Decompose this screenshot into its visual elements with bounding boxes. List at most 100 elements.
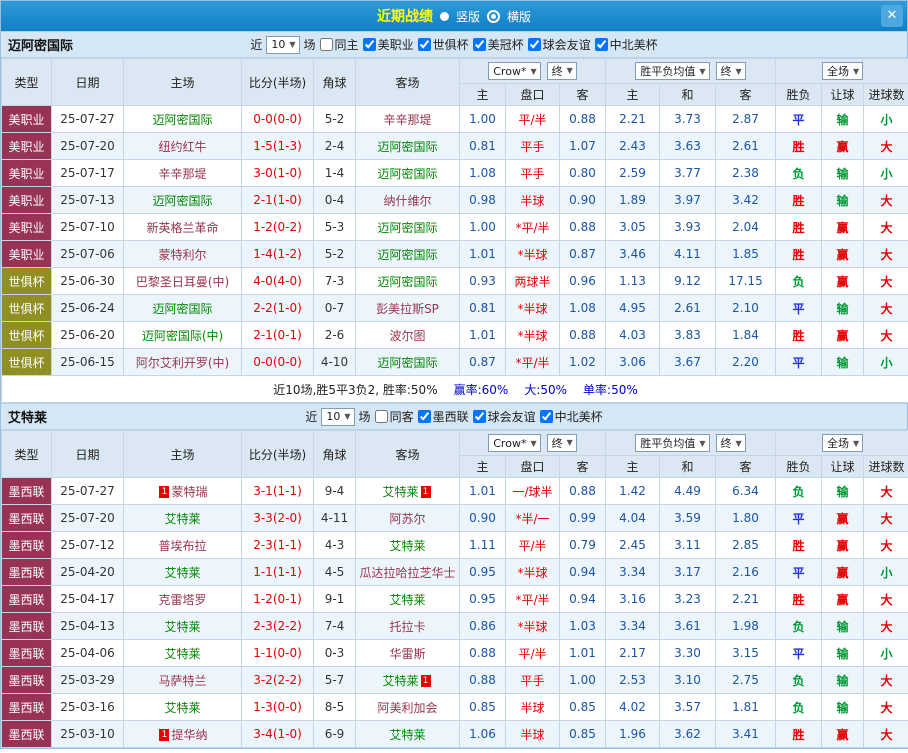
away-team-name[interactable]: 迈阿密国际 — [377, 248, 437, 262]
away-team-name[interactable]: 瓜达拉哈拉芝华士 — [359, 566, 455, 580]
home-team-name[interactable]: 艾特莱 — [164, 512, 200, 526]
avg-home: 3.05 — [606, 214, 660, 241]
result-wdl: 负 — [776, 694, 822, 721]
home-team-name[interactable]: 艾特莱 — [164, 566, 200, 580]
away-team-name[interactable]: 艾特莱 — [382, 485, 418, 499]
scope-select[interactable]: 全场▼ — [822, 62, 863, 80]
filter-checkbox-美职业[interactable]: 美职业 — [363, 36, 414, 53]
checkbox-球会友谊[interactable] — [473, 410, 486, 423]
scope-select[interactable]: 全场▼ — [822, 434, 863, 452]
score-cell: 3-1(1-1) — [242, 478, 314, 505]
europe-time-select[interactable]: 终▼ — [716, 434, 746, 452]
odds-home: 0.95 — [460, 559, 506, 586]
checkbox-美职业[interactable] — [363, 38, 376, 51]
checkbox-同主[interactable] — [320, 38, 333, 51]
avg-home: 2.17 — [606, 640, 660, 667]
away-team-name[interactable]: 托拉卡 — [389, 620, 425, 634]
checkbox-label: 美冠杯 — [488, 36, 524, 53]
away-team-name[interactable]: 华雷斯 — [389, 647, 425, 661]
sub-header-8: 进球数 — [864, 456, 908, 478]
filter-checkbox-世俱杯[interactable]: 世俱杯 — [418, 36, 469, 53]
result-wdl: 平 — [776, 640, 822, 667]
odds-time-select[interactable]: 终▼ — [547, 434, 577, 452]
checkbox-中北美杯[interactable] — [595, 38, 608, 51]
checkbox-美冠杯[interactable] — [473, 38, 486, 51]
odds-time-select[interactable]: 终▼ — [547, 62, 577, 80]
checkbox-label: 墨西联 — [433, 408, 469, 425]
filter-checkbox-美冠杯[interactable]: 美冠杯 — [473, 36, 524, 53]
result-handicap: 赢 — [822, 268, 864, 295]
bookmaker-select[interactable]: Crow*▼ — [488, 434, 540, 452]
home-team-name[interactable]: 辛辛那堤 — [158, 167, 206, 181]
away-team-name[interactable]: 迈阿密国际 — [377, 356, 437, 370]
home-team-name[interactable]: 迈阿密国际(中) — [142, 329, 223, 343]
away-team-name[interactable]: 波尔图 — [389, 329, 425, 343]
score-cell: 1-2(0-2) — [242, 214, 314, 241]
radio-horizontal-label[interactable]: 横版 — [507, 8, 531, 25]
home-team-name[interactable]: 迈阿密国际 — [152, 302, 212, 316]
checkbox-中北美杯[interactable] — [540, 410, 553, 423]
filter-checkbox-墨西联[interactable]: 墨西联 — [418, 408, 469, 425]
checkbox-同客[interactable] — [375, 410, 388, 423]
home-team-name[interactable]: 艾特莱 — [164, 647, 200, 661]
home-team-name[interactable]: 蒙特利尔 — [158, 248, 206, 262]
away-team-name[interactable]: 彭美拉斯SP — [376, 302, 439, 316]
home-team-name[interactable]: 阿尔艾利开罗(中) — [136, 356, 229, 370]
away-team-name[interactable]: 迈阿密国际 — [377, 140, 437, 154]
europe-avg-select[interactable]: 胜平负均值▼ — [635, 434, 709, 452]
radio-vertical-label[interactable]: 竖版 — [456, 8, 480, 25]
away-team-name[interactable]: 阿苏尔 — [389, 512, 425, 526]
close-button[interactable]: ✕ — [881, 5, 903, 27]
radio-vertical-layout[interactable] — [440, 12, 449, 21]
corners-cell: 6-9 — [314, 721, 356, 748]
match-count-select[interactable]: 10▼ — [266, 36, 299, 54]
home-team-name[interactable]: 迈阿密国际 — [152, 113, 212, 127]
score-cell: 1-5(1-3) — [242, 133, 314, 160]
away-team-name[interactable]: 迈阿密国际 — [377, 221, 437, 235]
away-team-name[interactable]: 艾特莱 — [382, 674, 418, 688]
checkbox-球会友谊[interactable] — [528, 38, 541, 51]
home-team-name[interactable]: 新英格兰革命 — [146, 221, 218, 235]
home-team-name[interactable]: 纽约红牛 — [158, 140, 206, 154]
europe-avg-select[interactable]: 胜平负均值▼ — [635, 62, 709, 80]
filter-checkbox-球会友谊[interactable]: 球会友谊 — [528, 36, 591, 53]
bookmaker-select[interactable]: Crow*▼ — [488, 62, 540, 80]
filter-checkbox-中北美杯[interactable]: 中北美杯 — [595, 36, 658, 53]
away-team-name[interactable]: 迈阿密国际 — [377, 167, 437, 181]
away-team-name[interactable]: 辛辛那堤 — [383, 113, 431, 127]
away-team-name[interactable]: 阿美利加会 — [377, 701, 437, 715]
match-row: 世俱杯25-06-15阿尔艾利开罗(中)0-0(0-0)4-10迈阿密国际0.8… — [2, 349, 908, 376]
away-team-name[interactable]: 艾特莱 — [389, 728, 425, 742]
home-team-name[interactable]: 艾特莱 — [164, 701, 200, 715]
sub-header-0: 主 — [460, 84, 506, 106]
home-team-name[interactable]: 提华纳 — [171, 728, 207, 742]
home-team-name[interactable]: 马萨特兰 — [158, 674, 206, 688]
match-row: 墨西联25-07-20艾特莱3-3(2-0)4-11阿苏尔0.90*半/一0.9… — [2, 505, 908, 532]
checkbox-墨西联[interactable] — [418, 410, 431, 423]
home-team-name[interactable]: 克雷塔罗 — [158, 593, 206, 607]
filter-checkbox-球会友谊[interactable]: 球会友谊 — [473, 408, 536, 425]
col-header-date: 日期 — [52, 59, 124, 106]
home-team-name[interactable]: 蒙特瑞 — [171, 485, 207, 499]
home-team-name[interactable]: 普埃布拉 — [158, 539, 206, 553]
away-team-name[interactable]: 艾特莱 — [389, 593, 425, 607]
radio-horizontal-layout[interactable] — [487, 10, 500, 23]
away-team-name[interactable]: 纳什维尔 — [383, 194, 431, 208]
match-count-select[interactable]: 10▼ — [321, 408, 354, 426]
match-row: 世俱杯25-06-30巴黎圣日耳曼(中)4-0(4-0)7-3迈阿密国际0.93… — [2, 268, 908, 295]
avg-away: 2.04 — [716, 214, 776, 241]
odds-away: 0.88 — [560, 322, 606, 349]
checkbox-世俱杯[interactable] — [418, 38, 431, 51]
away-team-name[interactable]: 迈阿密国际 — [377, 275, 437, 289]
result-handicap: 输 — [822, 613, 864, 640]
home-team-name[interactable]: 巴黎圣日耳曼(中) — [136, 275, 229, 289]
home-team-name[interactable]: 艾特莱 — [164, 620, 200, 634]
checkbox-label: 同主 — [335, 36, 359, 53]
home-team-name[interactable]: 迈阿密国际 — [152, 194, 212, 208]
filter-checkbox-中北美杯[interactable]: 中北美杯 — [540, 408, 603, 425]
away-team-name[interactable]: 艾特莱 — [389, 539, 425, 553]
europe-time-select[interactable]: 终▼ — [716, 62, 746, 80]
filter-checkbox-同主[interactable]: 同主 — [320, 36, 359, 53]
away-team-cell: 艾特莱 — [356, 532, 460, 559]
filter-checkbox-同客[interactable]: 同客 — [375, 408, 414, 425]
